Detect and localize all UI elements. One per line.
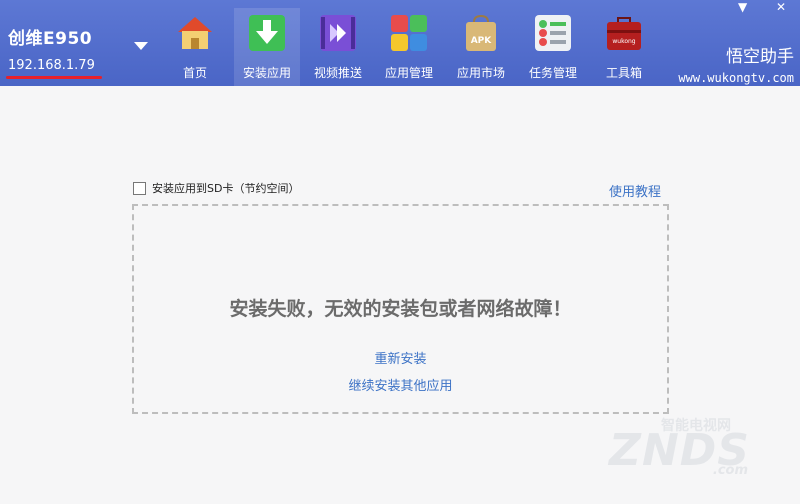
install-error-message: 安装失败，无效的安装包或者网络故障！ [229,298,572,320]
video-push-icon [319,14,357,52]
continue-install-link[interactable]: 继续安装其他应用 [348,379,452,394]
brand-url: www.wukongtv.com [678,71,794,85]
nav-label: 首页 [182,66,207,80]
ip-annotation-underline [6,76,102,79]
nav-label: 任务管理 [528,66,577,80]
brand-name: 悟空助手 [726,47,794,67]
install-to-sd-option[interactable]: 安装应用到SD卡（节约空间） [133,180,299,196]
nav-task-management[interactable]: 任务管理 [520,8,586,86]
svg-text:wukong: wukong [612,38,635,45]
install-drop-zone[interactable]: 安装失败，无效的安装包或者网络故障！ 重新安装 继续安装其他应用 [132,204,669,414]
watermark-domain: .com [712,463,748,478]
minimize-button[interactable]: ▼ [738,0,747,14]
device-name: 创维E950 [8,29,93,49]
app-management-icon [390,14,428,52]
znds-watermark: 智能电视网 ZNDS .com [609,418,750,478]
close-button[interactable]: ✕ [776,0,786,14]
device-dropdown-icon[interactable] [134,42,148,50]
nav-home[interactable]: 首页 [162,8,228,86]
reinstall-link[interactable]: 重新安装 [374,352,426,367]
svg-text:APK: APK [471,36,493,46]
top-bar: 创维E950 192.168.1.79 ▼ ✕ 首页 安装应用 视频推送 应用管… [0,0,800,86]
watermark-cn: 智能电视网 [661,418,732,434]
nav-label: 工具箱 [605,66,642,80]
home-icon [176,14,214,52]
nav-install-app[interactable]: 安装应用 [234,8,300,86]
install-download-icon [248,14,286,52]
toolbox-icon: wukong [605,14,643,52]
nav-label: 应用管理 [384,66,433,80]
nav-label: 安装应用 [242,66,291,80]
nav-label: 应用市场 [456,66,505,80]
nav-toolbox[interactable]: wukong 工具箱 [591,8,657,86]
nav-app-management[interactable]: 应用管理 [376,8,442,86]
reinstall-row: 重新安装 [134,348,667,367]
device-info[interactable]: 创维E950 192.168.1.79 [8,24,95,73]
install-to-sd-label: 安装应用到SD卡（节约空间） [152,182,300,195]
brand: 悟空助手 www.wukongtv.com [678,42,794,85]
tutorial-link[interactable]: 使用教程 [609,181,661,200]
continue-install-row: 继续安装其他应用 [134,375,667,394]
device-ip: 192.168.1.79 [8,58,95,73]
task-management-icon [534,14,572,52]
install-to-sd-checkbox[interactable] [133,181,146,195]
nav-video-push[interactable]: 视频推送 [305,8,371,86]
app-market-apk-icon: APK [462,14,500,52]
nav-app-market[interactable]: APK 应用市场 [448,8,514,86]
nav-label: 视频推送 [313,66,362,80]
